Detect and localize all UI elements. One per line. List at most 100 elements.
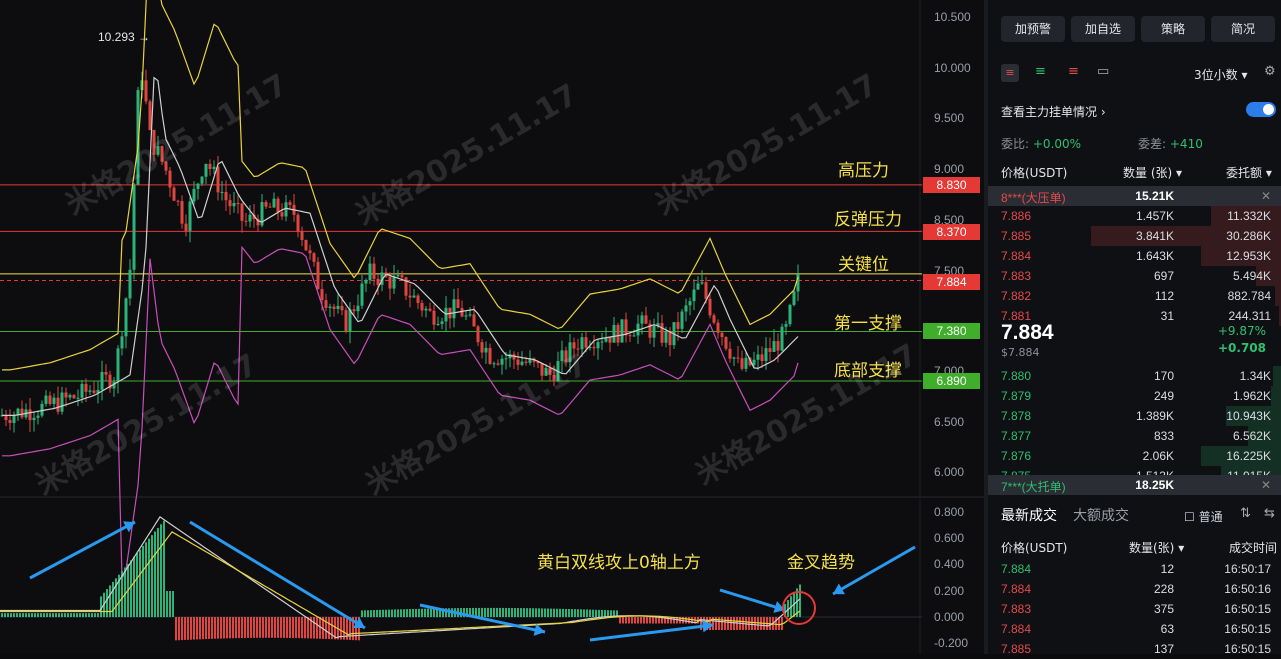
candle-body [212,166,216,170]
diff-row: 委差: +410 [1138,137,1203,151]
overview-button[interactable]: 简况 [1211,16,1275,42]
macd-histogram-bar [484,607,486,617]
macd-histogram-bar [124,567,126,617]
candle-body [708,298,712,316]
candle-body [768,348,772,352]
macd-histogram-bar [370,610,372,617]
macd-histogram-bar [205,617,207,640]
ask-row[interactable]: 7.883 697 5.494K [988,266,1281,286]
bid-row[interactable]: 7.880 170 1.34K [988,366,1281,386]
candle-body [168,170,172,188]
main-orders-label: 查看主力挂单情况 › [1001,105,1106,119]
book-trades-icon[interactable]: ▭ [1097,64,1109,79]
ratio-row: 委比: +0.00% [1001,137,1082,151]
row-qty: 2.06K [1142,449,1174,463]
row-price: 7.886 [1001,209,1032,223]
candle-body [176,200,180,202]
filter-icon[interactable]: ⇅ [1240,506,1251,521]
macd-histogram-bar [34,613,36,617]
trade-row[interactable]: 7.883 375 16:50:15 [988,599,1281,619]
macd-histogram-bar [496,607,498,617]
annotation-first-support: 第一支撑 [834,314,902,334]
depth-bar [1271,386,1281,406]
add-alert-button[interactable]: 加预警 [1001,16,1065,42]
tab-latest-trades[interactable]: 最新成交 [1001,505,1057,525]
chart-area[interactable]: 10.500 10.000 9.500 9.000 8.500 7.500 7.… [0,0,984,654]
macd-histogram-bar [214,617,216,639]
candle-body [320,289,324,301]
candle-body [760,354,764,361]
candle-body [780,326,784,351]
book-asks-icon[interactable]: ≡ [1068,64,1079,79]
book-header-qty[interactable]: 数量 (张) ▾ [1123,164,1182,181]
candle-body [516,359,520,365]
strategy-button[interactable]: 策略 [1141,16,1205,42]
big-ask-row[interactable]: 8***(大压单) 15.21K ✕ [988,186,1281,206]
macd-histogram-bar [385,609,387,617]
candle-body [300,231,304,240]
settings-icon[interactable]: ⚙ [1264,64,1276,79]
bid-row[interactable]: 7.878 1.389K 10.943K [988,406,1281,426]
row-amount: 882.784 [1227,289,1271,303]
ask-row[interactable]: 7.882 112 882.784 [988,286,1281,306]
trend-arrow [589,623,714,642]
macd-histogram-bar [577,609,579,617]
macd-histogram-bar [619,617,621,624]
macd-histogram-bar [721,617,723,630]
trend-arrow [189,520,366,630]
macd-histogram-bar [565,608,567,617]
macd-histogram-bar [280,617,282,638]
close-icon[interactable]: ✕ [1261,478,1271,492]
macd-histogram-bar [52,613,54,617]
macd-histogram-bar [724,617,726,630]
trade-row[interactable]: 7.885 137 16:50:15 [988,639,1281,659]
ask-row[interactable]: 7.884 1.643K 12.953K [988,246,1281,266]
precision-select[interactable]: 3位小数 ▾ [1194,66,1247,83]
macd-histogram-bar [361,610,363,617]
bid-row[interactable]: 7.877 833 6.562K [988,426,1281,446]
tab-large-trades[interactable]: 大额成交 [1073,505,1129,525]
candle-body [92,390,96,393]
add-watchlist-button[interactable]: 加自选 [1071,16,1135,42]
macd-histogram-bar [685,617,687,624]
row-price: 7.885 [1001,229,1032,243]
candle-body [628,335,632,337]
candle-body [700,282,704,284]
price-axis-tick: 6.000 [934,465,965,479]
candle-body [684,305,688,312]
macd-histogram-bar [82,613,84,617]
macd-histogram-bar [175,617,177,641]
normal-checkbox[interactable]: ☐ 普通 [1184,508,1223,525]
macd-histogram-bar [250,617,252,638]
row-qty: 1.389K [1135,409,1174,423]
macd-histogram-bar [256,617,258,638]
candle-body [772,341,776,352]
big-bid-row[interactable]: 7***(大托单) 18.25K ✕ [988,475,1281,495]
macd-histogram-bar [4,613,6,617]
macd-histogram-bar [226,617,228,639]
macd-histogram-bar [274,617,276,638]
trade-row[interactable]: 7.884 228 16:50:16 [988,579,1281,599]
ask-row[interactable]: 7.886 1.457K 11.332K [988,206,1281,226]
book-header-amount[interactable]: 委托额 ▾ [1226,164,1272,181]
bid-row[interactable]: 7.879 249 1.962K [988,386,1281,406]
trade-row[interactable]: 7.884 12 16:50:17 [988,559,1281,579]
macd-histogram-bar [223,617,225,639]
close-icon[interactable]: ✕ [1261,189,1271,203]
macd-histogram-bar [151,535,153,617]
trade-header-qty[interactable]: 数量(张) ▾ [1129,539,1184,556]
bid-row[interactable]: 7.876 2.06K 16.225K [988,446,1281,466]
candle-body [612,324,616,343]
book-bids-icon[interactable]: ≡ [1035,64,1046,79]
swap-icon[interactable]: ⇆ [1264,506,1275,521]
annotation-macd-note: 黄白双线攻上0轴上方 [537,553,701,573]
main-orders-toggle[interactable] [1246,102,1276,117]
trade-row[interactable]: 7.884 63 16:50:15 [988,619,1281,639]
ask-row[interactable]: 7.885 3.841K 30.286K [988,226,1281,246]
candle-body [280,212,284,217]
book-both-icon[interactable]: ≡ [1001,64,1019,82]
candle-body [184,223,188,231]
candle-body [564,350,568,363]
candle-body [428,308,432,311]
macd-histogram-bar [289,617,291,638]
